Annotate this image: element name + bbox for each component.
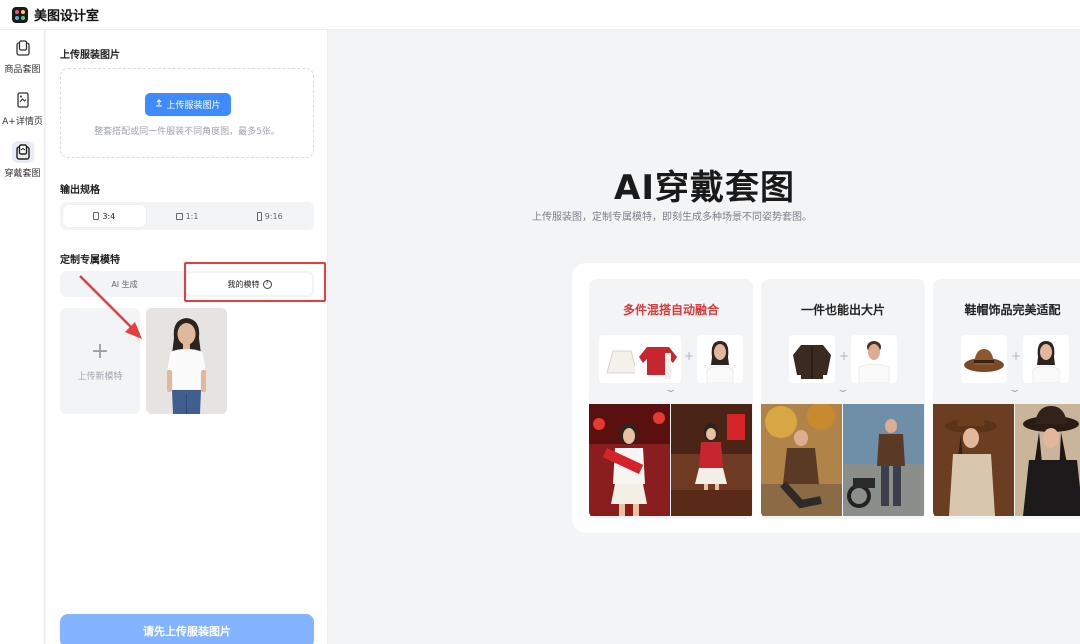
ratio-selector: 3:4 1:1 9:16 (60, 202, 314, 230)
upload-section-title: 上传服装图片 (60, 50, 120, 61)
plus-icon: + (1011, 349, 1022, 363)
result-photo (671, 404, 752, 516)
plus-icon: + (839, 349, 850, 363)
rail-item-wear-set[interactable]: 穿戴套图 (0, 134, 45, 186)
hero-title: AI穿戴套图 (614, 168, 795, 208)
wear-set-icon (11, 141, 34, 163)
square-ratio-icon (175, 212, 183, 220)
upload-button-label: 上传服装图片 (166, 101, 221, 111)
tab-my-models[interactable]: 我的模特 ? (187, 273, 312, 295)
model-face-thumbnail (697, 335, 743, 383)
chevron-down-icon: ⌄ (663, 385, 678, 395)
tab-label: AI 生成 (111, 279, 138, 289)
rail-item-label: 商品套图 (4, 65, 41, 75)
add-model-button[interactable]: + 上传新模特 (60, 308, 140, 414)
model-section-title: 定制专属模特 (60, 255, 120, 266)
model-thumbnail[interactable] (146, 308, 227, 414)
output-section-title: 输出规格 (60, 185, 100, 196)
result-photo (761, 404, 842, 516)
app-title: 美图设计室 (34, 9, 100, 24)
jacket-thumbnail (789, 335, 835, 383)
chevron-down-icon: ⌄ (835, 385, 850, 395)
upload-icon (155, 99, 163, 110)
ratio-label: 9:16 (264, 211, 283, 221)
ratio-label: 3:4 (102, 211, 116, 221)
model-photo (146, 308, 227, 414)
chevron-down-icon: ⌄ (1007, 385, 1022, 395)
feature-card-accessories: 鞋帽饰品完美适配 + ⌄ (933, 279, 1080, 519)
rail-item-label: A+详情页 (2, 117, 43, 127)
nav-rail: 商品套图 A+详情页 穿戴套图 (0, 30, 45, 644)
app-logo[interactable] (12, 6, 28, 23)
top-bar: 美图设计室 (0, 0, 1080, 30)
rail-item-product-set[interactable]: 商品套图 (0, 30, 45, 82)
result-photo (589, 404, 670, 516)
plus-icon: + (90, 338, 110, 364)
feature-card-title: 鞋帽饰品完美适配 (964, 303, 1061, 317)
tab-label: 我的模特 (227, 279, 260, 289)
result-photo (933, 404, 1014, 516)
ratio-label: 1:1 (185, 211, 199, 221)
feature-showcase: 多件混搭自动融合 + ⌄ 一件也能出大片 + ⌄ 鞋帽饰品完美适配 + ⌄ (572, 263, 1080, 533)
model-face-thumbnail (1023, 335, 1069, 383)
ratio-option-3-4[interactable]: 3:4 (63, 205, 146, 227)
rail-item-detail-page[interactable]: A+详情页 (0, 82, 45, 134)
tall-ratio-icon (256, 211, 262, 221)
detail-page-icon (12, 89, 34, 111)
main-area: AI穿戴套图 上传服装图，定制专属模特，即刻生成多种场景不同姿势套图。 多件混搭… (329, 30, 1080, 644)
feature-card-single-item: 一件也能出大片 + ⌄ (761, 279, 925, 519)
upload-hint: 整套搭配或同一件服装不同角度图，最多5张。 (94, 127, 280, 137)
tab-ai-generate[interactable]: AI 生成 (62, 273, 187, 295)
portrait-ratio-icon (93, 212, 100, 220)
add-model-label: 上传新模特 (77, 371, 123, 382)
male-model-thumbnail (851, 335, 897, 383)
product-set-icon (12, 37, 34, 59)
generate-button[interactable]: 请先上传服装图片 (60, 614, 314, 644)
config-panel: 上传服装图片 上传服装图片 整套搭配或同一件服装不同角度图，最多5张。 输出规格… (46, 30, 328, 644)
help-icon[interactable]: ? (262, 279, 272, 289)
feature-card-mix-match: 多件混搭自动融合 + ⌄ (589, 279, 753, 519)
ratio-option-9-16[interactable]: 9:16 (228, 205, 311, 227)
model-tabs: AI 生成 我的模特 ? (60, 271, 314, 297)
cowboy-hat-thumbnail (961, 335, 1007, 383)
plus-icon: + (684, 349, 695, 363)
ratio-option-1-1[interactable]: 1:1 (146, 205, 229, 227)
rail-item-label: 穿戴套图 (4, 169, 41, 179)
hero-subtitle: 上传服装图，定制专属模特，即刻生成多种场景不同姿势套图。 (532, 212, 812, 223)
upload-clothing-button[interactable]: 上传服装图片 (145, 93, 231, 116)
result-photo (843, 404, 924, 516)
result-photo (1015, 404, 1080, 516)
feature-card-title: 多件混搭自动融合 (622, 303, 719, 317)
upload-dropzone[interactable]: 上传服装图片 整套搭配或同一件服装不同角度图，最多5张。 (60, 68, 314, 158)
sweater-thumbnail (635, 335, 681, 383)
feature-card-title: 一件也能出大片 (800, 303, 885, 317)
